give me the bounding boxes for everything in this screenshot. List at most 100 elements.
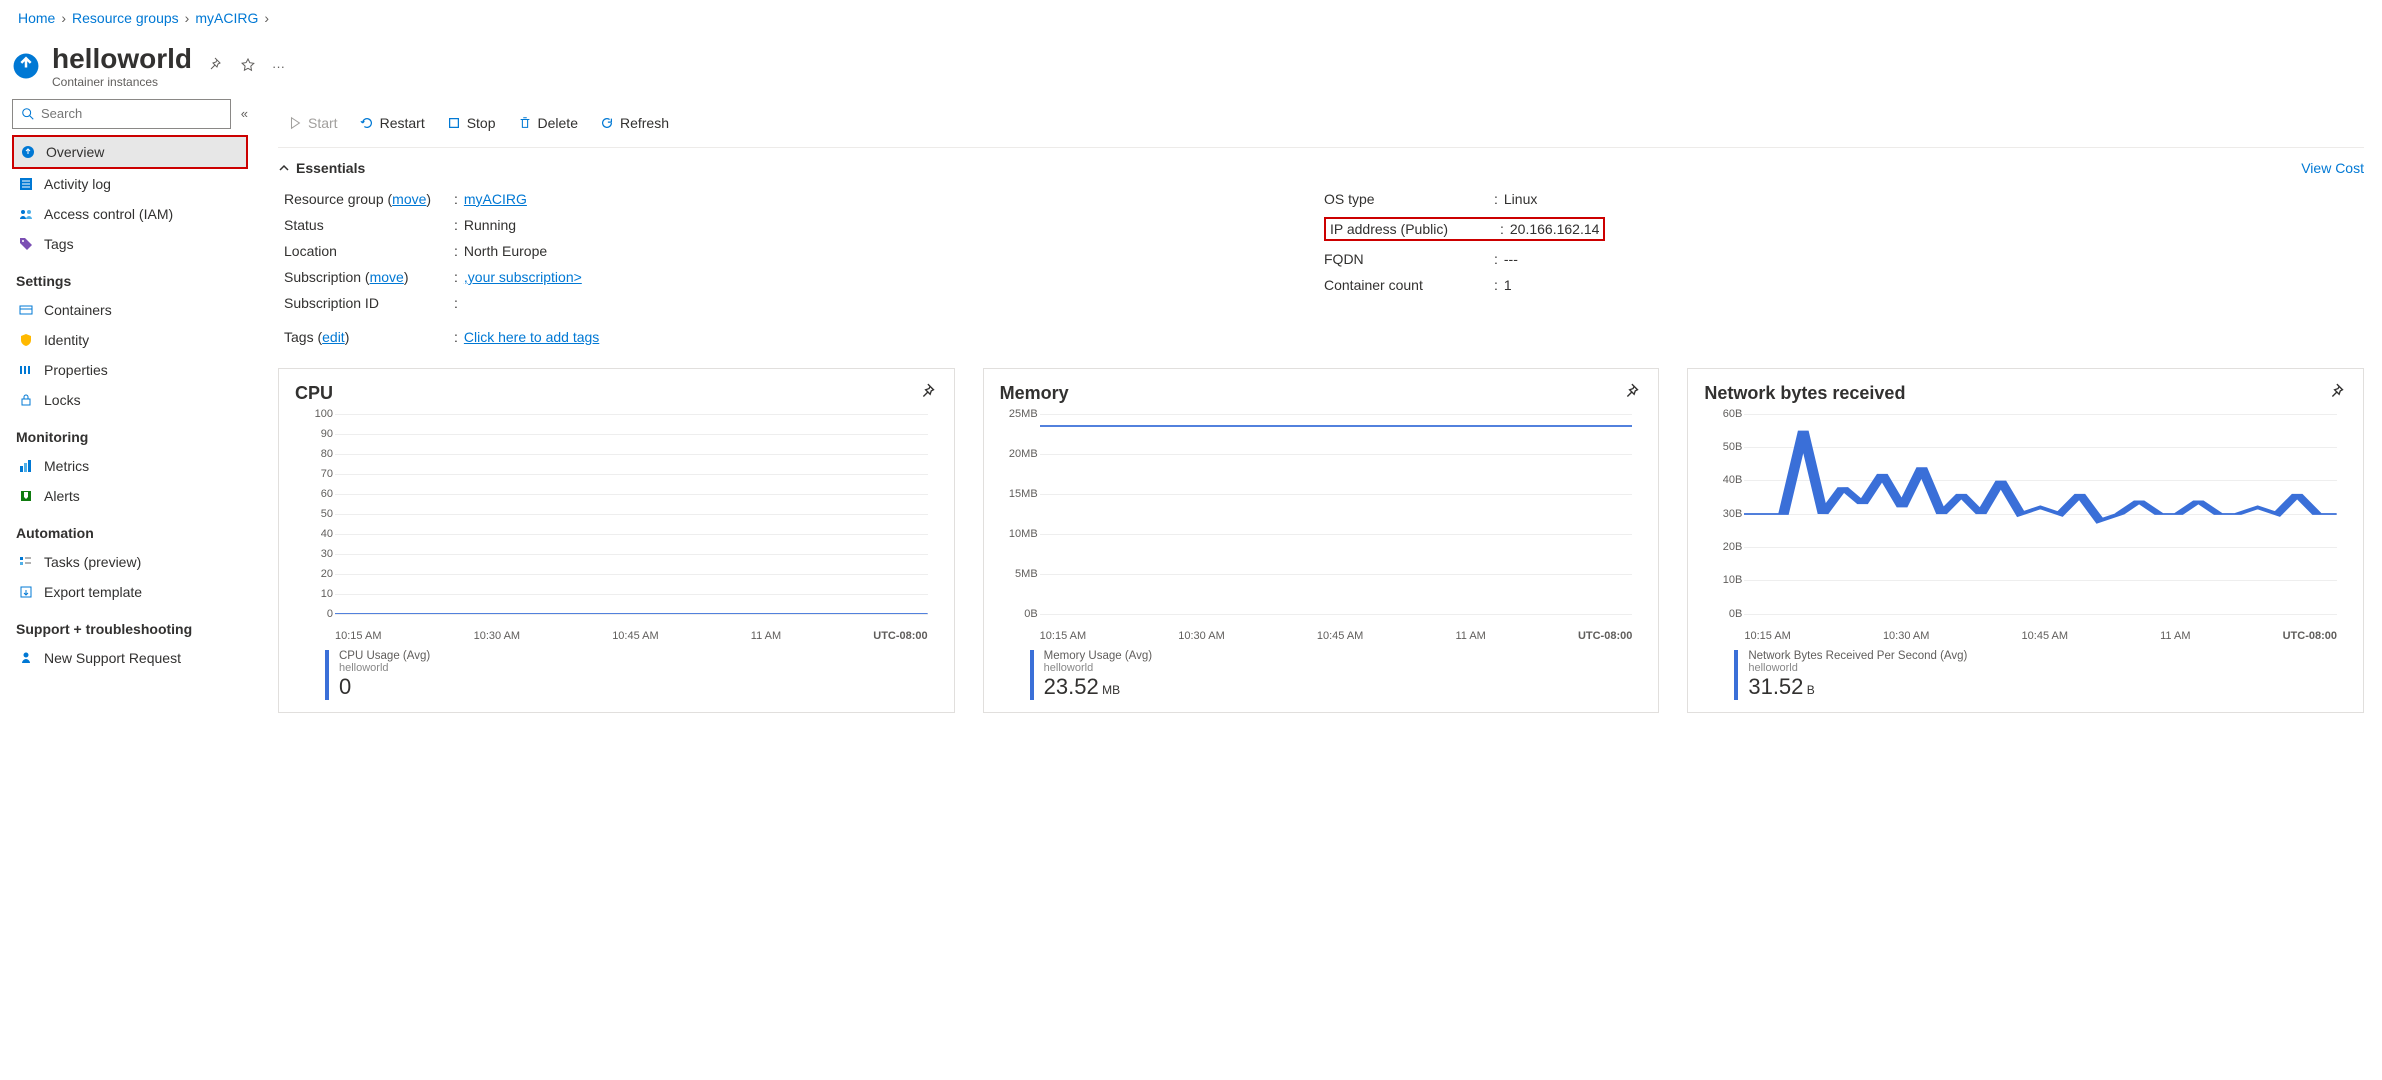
essentials-value: North Europe xyxy=(464,243,547,259)
essentials-row: Tags (edit):Click here to add tags xyxy=(284,324,1324,350)
nav-group-title: Automation xyxy=(12,511,248,547)
pin-icon[interactable] xyxy=(208,57,224,76)
move-link[interactable]: move xyxy=(392,191,426,207)
essentials-label: Tags (edit) xyxy=(284,329,454,345)
essentials-body: Resource group (move):myACIRGStatus:Runn… xyxy=(278,182,2364,368)
essentials-row: Subscription ID: xyxy=(284,290,1324,316)
containers-icon xyxy=(18,302,34,318)
toolbar: Start Restart Stop Delete Refresh xyxy=(278,99,2364,148)
sidebar-item-label: Alerts xyxy=(44,488,80,504)
restart-button[interactable]: Restart xyxy=(350,109,435,137)
sidebar-item-new-support-request[interactable]: New Support Request xyxy=(12,643,248,673)
alerts-icon xyxy=(18,488,34,504)
essentials-value: Running xyxy=(464,217,516,233)
container-icon xyxy=(20,144,36,160)
identity-icon xyxy=(18,332,34,348)
essentials-toggle[interactable]: Essentials xyxy=(278,160,365,176)
essentials-value-link[interactable]: ,your subscription> xyxy=(464,269,582,285)
sidebar-item-label: Tasks (preview) xyxy=(44,554,141,570)
sidebar-item-identity[interactable]: Identity xyxy=(12,325,248,355)
chart-area: 25MB20MB15MB10MB5MB0B xyxy=(1040,414,1633,624)
breadcrumb-home[interactable]: Home xyxy=(18,10,55,26)
card-title: Memory xyxy=(1000,383,1069,404)
sidebar-item-label: Locks xyxy=(44,392,81,408)
container-instance-icon xyxy=(12,52,40,80)
sidebar-item-alerts[interactable]: Alerts xyxy=(12,481,248,511)
view-cost-link[interactable]: View Cost xyxy=(2301,160,2364,176)
chevron-up-icon xyxy=(278,162,290,174)
sidebar-item-containers[interactable]: Containers xyxy=(12,295,248,325)
start-button[interactable]: Start xyxy=(278,109,348,137)
chart-x-axis: 10:15 AM10:30 AM10:45 AM11 AMUTC-08:00 xyxy=(335,624,928,642)
more-icon[interactable]: ··· xyxy=(272,59,285,74)
sidebar-item-activity-log[interactable]: Activity log xyxy=(12,169,248,199)
page-subtitle: Container instances xyxy=(52,75,192,89)
delete-icon xyxy=(518,116,532,130)
restart-icon xyxy=(360,116,374,130)
search-input[interactable] xyxy=(41,106,222,121)
essentials-label: Container count xyxy=(1324,277,1494,293)
metrics-cards: CPU 1009080706050403020100 10:15 AM10:30… xyxy=(278,368,2364,713)
metric-card-network-bytes-received: Network bytes received 60B50B40B30B20B10… xyxy=(1687,368,2364,713)
essentials-value: --- xyxy=(1504,251,1518,267)
sidebar-item-export-template[interactable]: Export template xyxy=(12,577,248,607)
pin-icon[interactable] xyxy=(920,383,938,404)
properties-icon xyxy=(18,362,34,378)
sidebar-item-label: New Support Request xyxy=(44,650,181,666)
legend-sub: helloworld xyxy=(1044,662,1152,674)
main-content: Start Restart Stop Delete Refresh Essent… xyxy=(260,99,2382,713)
iam-icon xyxy=(18,206,34,222)
nav-group-title: Settings xyxy=(12,259,248,295)
metrics-icon xyxy=(18,458,34,474)
search-icon xyxy=(21,107,35,121)
refresh-icon xyxy=(600,116,614,130)
page-title: helloworld xyxy=(52,44,192,75)
tasks-icon xyxy=(18,554,34,570)
sidebar: « Overview Activity log Access control (… xyxy=(0,99,260,713)
pin-icon[interactable] xyxy=(2329,383,2347,404)
support-icon xyxy=(18,650,34,666)
pin-icon[interactable] xyxy=(1624,383,1642,404)
collapse-sidebar-icon[interactable]: « xyxy=(241,106,248,121)
chevron-right-icon: › xyxy=(264,10,269,26)
sidebar-item-label: Export template xyxy=(44,584,142,600)
move-link[interactable]: move xyxy=(370,269,404,285)
essentials-label: FQDN xyxy=(1324,251,1494,267)
essentials-value-link[interactable]: myACIRG xyxy=(464,191,527,207)
essentials-row: FQDN:--- xyxy=(1324,246,2364,272)
page-header: helloworld Container instances ··· xyxy=(0,36,2382,99)
breadcrumb-resource-groups[interactable]: Resource groups xyxy=(72,10,179,26)
sidebar-item-properties[interactable]: Properties xyxy=(12,355,248,385)
refresh-button[interactable]: Refresh xyxy=(590,109,679,137)
sidebar-item-metrics[interactable]: Metrics xyxy=(12,451,248,481)
sidebar-item-locks[interactable]: Locks xyxy=(12,385,248,415)
card-title: Network bytes received xyxy=(1704,383,1905,404)
sidebar-item-label: Containers xyxy=(44,302,112,318)
essentials-row: OS type:Linux xyxy=(1324,186,2364,212)
legend-sub: helloworld xyxy=(339,662,430,674)
essentials-value-link[interactable]: Click here to add tags xyxy=(464,329,599,345)
sidebar-item-overview[interactable]: Overview xyxy=(12,135,248,169)
essentials-row: Resource group (move):myACIRG xyxy=(284,186,1324,212)
sidebar-search[interactable] xyxy=(12,99,231,129)
stop-button[interactable]: Stop xyxy=(437,109,506,137)
sidebar-item-tags[interactable]: Tags xyxy=(12,229,248,259)
sidebar-item-access-control-iam-[interactable]: Access control (IAM) xyxy=(12,199,248,229)
sidebar-item-label: Metrics xyxy=(44,458,89,474)
chart-line-svg xyxy=(1040,414,1633,614)
essentials-label: OS type xyxy=(1324,191,1494,207)
nav-group-title: Support + troubleshooting xyxy=(12,607,248,643)
sidebar-item-tasks-preview-[interactable]: Tasks (preview) xyxy=(12,547,248,577)
chart-x-axis: 10:15 AM10:30 AM10:45 AM11 AMUTC-08:00 xyxy=(1744,624,2337,642)
chart-area: 60B50B40B30B20B10B0B xyxy=(1744,414,2337,624)
essentials-row: Status:Running xyxy=(284,212,1324,238)
delete-button[interactable]: Delete xyxy=(508,109,588,137)
breadcrumb-rg-name[interactable]: myACIRG xyxy=(195,10,258,26)
chart-x-axis: 10:15 AM10:30 AM10:45 AM11 AMUTC-08:00 xyxy=(1040,624,1633,642)
edit-link[interactable]: edit xyxy=(322,329,345,345)
favorite-icon[interactable] xyxy=(240,57,256,76)
chart-legend: Network Bytes Received Per Second (Avg) … xyxy=(1704,650,2347,700)
sidebar-item-label: Activity log xyxy=(44,176,111,192)
legend-name: Memory Usage (Avg) xyxy=(1044,650,1152,662)
chevron-right-icon: › xyxy=(61,10,66,26)
